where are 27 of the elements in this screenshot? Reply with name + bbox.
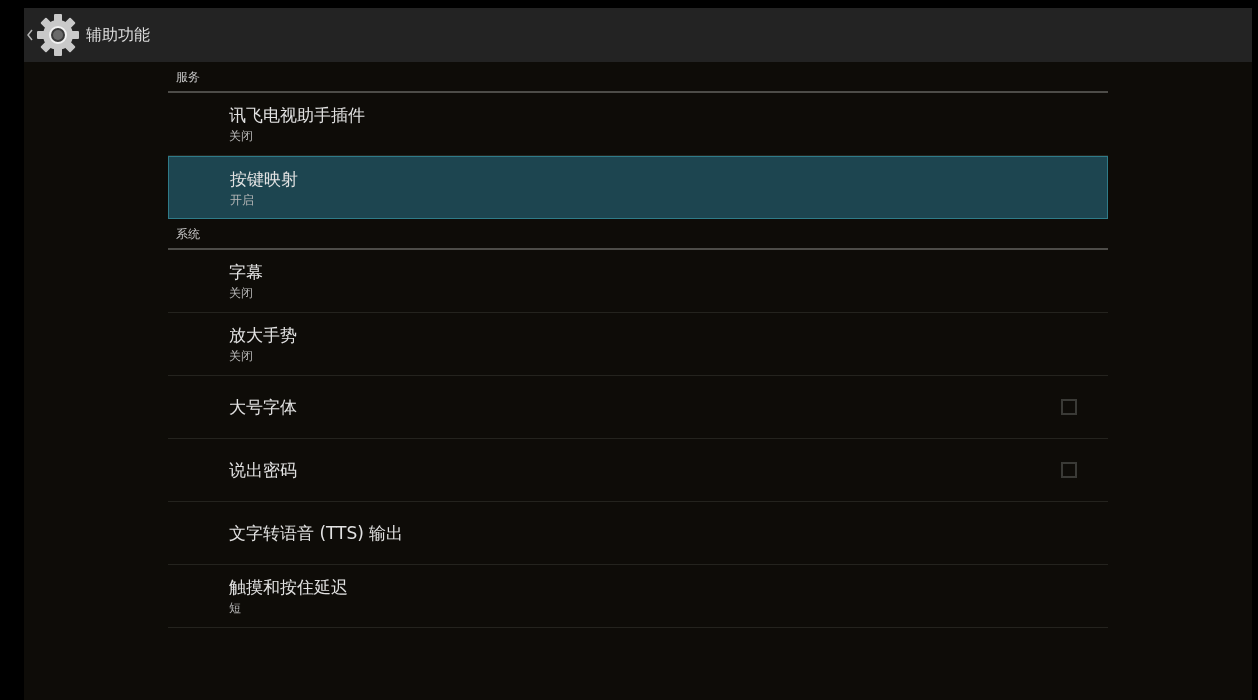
section-header: 服务 (176, 70, 200, 84)
settings-item[interactable]: 字幕 关闭 (168, 250, 1108, 313)
settings-item[interactable]: 放大手势 关闭 (168, 313, 1108, 376)
settings-item[interactable]: 触摸和按住延迟 短 (168, 565, 1108, 628)
item-summary: 开启 (230, 191, 255, 208)
item-title: 字幕 (229, 261, 264, 283)
gear-icon (37, 14, 79, 56)
checkbox[interactable] (1061, 462, 1077, 478)
settings-item[interactable]: 文字转语音 (TTS) 输出 (168, 502, 1108, 565)
item-title: 文字转语音 (TTS) 输出 (229, 522, 405, 544)
item-title: 大号字体 (229, 396, 298, 418)
item-summary: 短 (229, 600, 242, 616)
settings-item[interactable]: 大号字体 (168, 376, 1108, 439)
back-icon (27, 29, 33, 41)
page-title: 辅助功能 (86, 24, 150, 46)
item-summary: 关闭 (229, 285, 254, 301)
item-title: 触摸和按住延迟 (229, 576, 349, 598)
item-title: 讯飞电视助手插件 (229, 104, 366, 126)
item-summary: 关闭 (229, 128, 254, 144)
settings-item[interactable]: 按键映射 开启 (168, 156, 1108, 219)
item-title: 按键映射 (230, 167, 299, 190)
settings-item[interactable]: 说出密码 (168, 439, 1108, 502)
item-title: 放大手势 (229, 324, 298, 346)
checkbox[interactable] (1061, 399, 1077, 415)
item-summary: 关闭 (229, 348, 254, 364)
section-header: 系统 (176, 227, 200, 241)
item-title: 说出密码 (229, 459, 298, 481)
